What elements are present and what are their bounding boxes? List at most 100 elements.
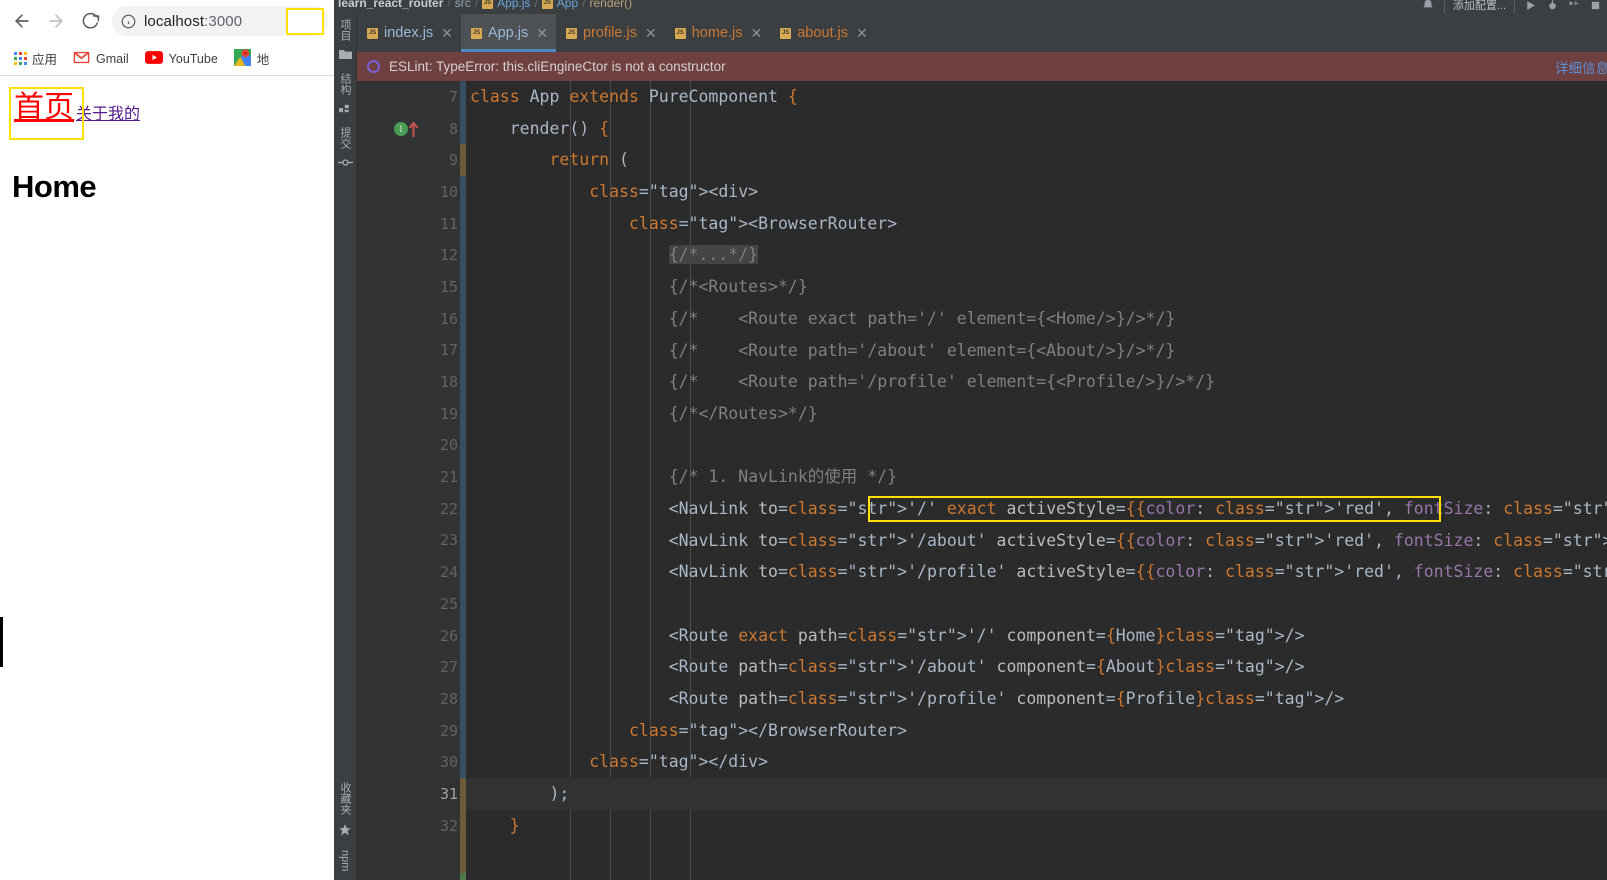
eslint-details-link[interactable]: 详细信息 <box>1555 57 1607 77</box>
editor-tab-home-js[interactable]: JS home.js ✕ <box>665 14 771 52</box>
gutter-line-7[interactable]: 7 <box>357 81 481 113</box>
gutter-line-11[interactable]: 11 <box>357 208 481 240</box>
nav-link-home[interactable]: 首页 <box>12 91 76 127</box>
info-circle-icon[interactable] <box>121 14 136 29</box>
back-arrow-icon[interactable] <box>6 5 38 37</box>
stop-icon[interactable] <box>1590 0 1601 11</box>
run-gutter-icon[interactable]: I <box>394 120 419 138</box>
run-configuration-selector[interactable]: 添加配置... <box>1443 0 1515 14</box>
code-line-27[interactable]: <Route path=class="str">'/about' compone… <box>466 651 1607 683</box>
toolwindow-favorites[interactable]: 收藏夹 <box>337 777 353 820</box>
breadcrumb-class[interactable]: App <box>557 0 578 10</box>
breadcrumb-separator: / <box>534 0 538 10</box>
code-line-11[interactable]: class="tag"><BrowserRouter> <box>466 208 1607 240</box>
js-file-icon: JS <box>482 0 494 9</box>
editor-tab-app-js[interactable]: JS App.js ✕ <box>460 14 557 52</box>
gutter-line-19[interactable]: 19 <box>357 398 466 430</box>
bookmark-youtube[interactable]: YouTube <box>137 48 226 70</box>
gutter-line-29[interactable]: 29 <box>357 715 481 747</box>
gutter-line-16[interactable]: 16 <box>357 303 466 335</box>
code-line-16[interactable]: {/* <Route exact path='/' element={<Home… <box>466 303 1607 335</box>
editor-tab-index-js[interactable]: JS index.js ✕ <box>357 14 461 52</box>
code-line-20[interactable] <box>466 430 1607 462</box>
bookmark-apps[interactable]: 应用 <box>6 46 65 71</box>
code-line-29[interactable]: class="tag"></BrowserRouter> <box>466 715 1607 747</box>
nav-link-about[interactable]: 关于我的 <box>76 106 140 127</box>
code-line-17[interactable]: {/* <Route path='/about' element={<About… <box>466 335 1607 367</box>
commit-icon[interactable] <box>337 157 353 168</box>
structure-icon[interactable] <box>338 103 352 114</box>
gutter-line-8[interactable]: I8 <box>357 113 481 145</box>
gutter-line-9[interactable]: 9 <box>357 144 466 176</box>
close-icon[interactable]: ✕ <box>536 25 548 42</box>
star-icon[interactable] <box>338 823 352 837</box>
gutter-line-17[interactable]: 17 <box>357 335 466 367</box>
code-line-18[interactable]: {/* <Route path='/profile' element={<Pro… <box>466 366 1607 398</box>
gutter-line-30[interactable]: 30 <box>357 746 481 778</box>
code-line-8[interactable]: render() { <box>466 113 1607 145</box>
run-icon[interactable] <box>1524 0 1537 12</box>
code-line-24[interactable]: <NavLink to=class="str">'/profile' activ… <box>466 556 1607 588</box>
gutter-line-20[interactable]: 20 <box>357 430 466 462</box>
breadcrumb-src[interactable]: src <box>455 0 471 10</box>
code-line-30[interactable]: class="tag"></div> <box>466 746 1607 778</box>
tab-label: home.js <box>691 25 743 41</box>
code-line-12[interactable]: {/*...*/} <box>466 239 1607 271</box>
gutter-line-21[interactable]: 21 <box>357 461 466 493</box>
code-editor[interactable]: 7 I 8 9 10 11 12 15 16 17 18 19 20 21 22 23 24 25 26 27 28 29… <box>357 81 1607 880</box>
debug-icon[interactable] <box>1546 0 1559 12</box>
code-line-26[interactable]: <Route exact path=class="str">'/' compon… <box>466 620 1607 652</box>
editor-tab-about-js[interactable]: JS about.js ✕ <box>770 14 876 52</box>
gutter-line-31[interactable]: 31 <box>357 778 466 810</box>
code-line-32[interactable]: } <box>466 810 1607 842</box>
close-icon[interactable]: ✕ <box>856 25 868 42</box>
bookmark-gmail[interactable]: Gmail <box>65 48 137 70</box>
gutter-line-15[interactable]: 15 <box>357 271 466 303</box>
close-icon[interactable]: ✕ <box>645 25 657 42</box>
tab-label: App.js <box>487 25 529 41</box>
gutter-line-12[interactable]: 12 <box>357 239 481 271</box>
toolwindow-npm[interactable]: npm <box>339 845 351 876</box>
gutter-line-26[interactable]: 26 <box>357 620 466 652</box>
breadcrumb-method[interactable]: render() <box>589 0 632 10</box>
reload-icon[interactable] <box>74 5 106 37</box>
code-text-area[interactable]: class App extends PureComponent { render… <box>466 81 1607 880</box>
code-line-28[interactable]: <Route path=class="str">'/profile' compo… <box>466 683 1607 715</box>
gutter-line-25[interactable]: 25 <box>357 588 466 620</box>
gutter-line-18[interactable]: 18 <box>357 366 466 398</box>
code-line-7[interactable]: class App extends PureComponent { <box>466 81 1607 113</box>
project-folder-icon[interactable] <box>338 49 352 60</box>
gutter-line-10[interactable]: 10 <box>357 176 481 208</box>
notifications-icon[interactable] <box>1421 0 1435 12</box>
toolwindow-structure[interactable]: 结构 <box>337 68 353 100</box>
code-line-21[interactable]: {/* 1. NavLink的使用 */} <box>466 461 1607 493</box>
gutter-line-28[interactable]: 28 <box>357 683 466 715</box>
code-line-22[interactable]: <NavLink to=class="str">'/' exact active… <box>466 493 1607 525</box>
breadcrumb-file[interactable]: App.js <box>497 0 530 10</box>
address-bar[interactable]: localhost:3000 <box>112 6 328 36</box>
code-line-19[interactable]: {/*</Routes>*/} <box>466 398 1607 430</box>
gutter-line-22[interactable]: 22 <box>357 493 466 525</box>
bookmark-maps[interactable]: 地 <box>226 46 278 72</box>
code-line-9[interactable]: return ( <box>466 144 1607 176</box>
toolwindow-project[interactable]: 项目 <box>337 14 353 46</box>
code-line-10[interactable]: class="tag"><div> <box>466 176 1607 208</box>
toolwindow-commit[interactable]: 提交 <box>337 122 353 154</box>
editor-tab-profile-js[interactable]: JS profile.js ✕ <box>556 14 665 52</box>
forward-arrow-icon[interactable] <box>40 5 72 37</box>
editor-gutter[interactable]: 7 I 8 9 10 11 12 15 16 17 18 19 20 21 22 23 24 25 26 27 28 29… <box>357 81 481 880</box>
close-icon[interactable]: ✕ <box>441 25 453 42</box>
gutter-line-27[interactable]: 27 <box>357 651 466 683</box>
code-line-25[interactable] <box>466 588 1607 620</box>
code-line-31[interactable]: ); <box>466 778 1607 810</box>
code-line-15[interactable]: {/*<Routes>*/} <box>466 271 1607 303</box>
breadcrumb-project[interactable]: learn_react_router <box>338 0 443 10</box>
close-icon[interactable]: ✕ <box>750 25 762 42</box>
line-number: 17 <box>439 341 458 360</box>
breadcrumb: learn_react_router / src / JS App.js / J… <box>334 0 632 10</box>
gutter-line-23[interactable]: 23 <box>357 525 466 557</box>
gutter-line-24[interactable]: 24 <box>357 556 466 588</box>
gutter-line-32[interactable]: 32 <box>357 810 481 842</box>
coverage-icon[interactable] <box>1568 0 1581 12</box>
code-line-23[interactable]: <NavLink to=class="str">'/about' activeS… <box>466 525 1607 557</box>
